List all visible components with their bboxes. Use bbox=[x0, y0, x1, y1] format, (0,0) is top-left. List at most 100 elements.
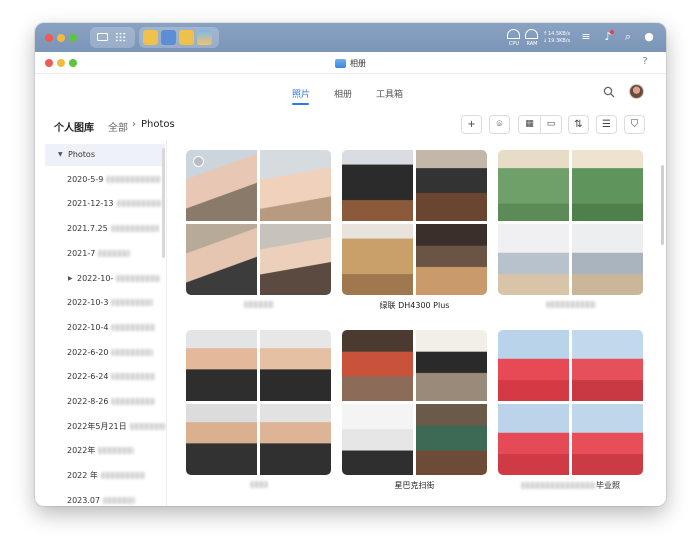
album-photo bbox=[186, 330, 257, 401]
album-photo bbox=[572, 330, 643, 401]
sidebar-item-label: 2022-10-4 bbox=[67, 322, 109, 332]
album-photo bbox=[416, 224, 487, 295]
close-dot[interactable] bbox=[45, 34, 53, 42]
folder-view-button[interactable]: ▭ bbox=[540, 116, 561, 133]
face-scan-button[interactable]: ⌾ bbox=[489, 115, 510, 134]
sidebar-item-folder[interactable]: 2021.7.25 bbox=[45, 218, 165, 240]
album-thumbnail-family[interactable] bbox=[186, 330, 331, 475]
album-photo bbox=[186, 404, 257, 475]
tab-photos[interactable]: 照片 bbox=[292, 87, 310, 100]
sidebar-item-folder[interactable]: 2022年 bbox=[45, 440, 165, 462]
monitor-icon[interactable] bbox=[97, 33, 108, 41]
user-icon[interactable]: ● bbox=[642, 30, 656, 44]
app-title-bar: 相册 ? bbox=[35, 52, 666, 74]
sidebar-item-folder[interactable]: 2021-7 bbox=[45, 243, 165, 265]
breadcrumb-separator: › bbox=[132, 119, 136, 130]
filter-button[interactable]: ⛉ bbox=[624, 115, 645, 134]
search-icon[interactable] bbox=[603, 86, 615, 98]
app-close-dot[interactable] bbox=[45, 59, 53, 67]
nas-window: CPU RAM ↑ 14.5KB/s ↓ 19.3KB/s ≡ ♪ ⌕ ● 相册… bbox=[35, 23, 666, 506]
notification-dot bbox=[610, 30, 614, 34]
minimize-dot[interactable] bbox=[57, 34, 65, 42]
breadcrumb-current: Photos bbox=[141, 119, 175, 130]
sidebar-item-folder[interactable]: 2022-10-3 bbox=[45, 292, 165, 314]
album-photo bbox=[260, 404, 331, 475]
sidebar-item-photos[interactable]: ▼ Photos bbox=[45, 144, 165, 166]
album-thumbnail-baby[interactable] bbox=[186, 150, 331, 295]
expand-triangle-icon[interactable]: ▼ bbox=[58, 144, 63, 166]
sidebar-item-label: 2021-7 bbox=[67, 248, 96, 258]
album-photo bbox=[342, 224, 413, 295]
album-label: 星巴克扫街 bbox=[342, 480, 487, 491]
help-button[interactable]: ? bbox=[638, 55, 652, 69]
tab-toolbox[interactable]: 工具箱 bbox=[376, 87, 403, 100]
folder-sidebar: ▼ Photos 2020-5-9 2021-12-13 2021.7.25 2021-7… bbox=[35, 140, 167, 506]
files-app-icon[interactable] bbox=[179, 30, 194, 45]
blurred-text bbox=[521, 482, 596, 489]
blurred-text bbox=[545, 301, 596, 308]
sort-button[interactable]: ⇅ bbox=[568, 115, 589, 134]
photos-app-icon[interactable] bbox=[197, 30, 212, 45]
avatar[interactable] bbox=[629, 84, 644, 99]
tasks-icon[interactable]: ≡ bbox=[579, 30, 593, 44]
album-photo bbox=[342, 150, 413, 221]
blurred-text bbox=[103, 496, 136, 504]
sidebar-item-label: 2022年 bbox=[67, 446, 96, 456]
search-icon[interactable]: ⌕ bbox=[621, 30, 635, 44]
blurred-text bbox=[110, 225, 159, 233]
sidebar-item-folder[interactable]: 2023.07 bbox=[45, 490, 165, 506]
blurred-text bbox=[100, 472, 145, 480]
folder-icon: ▭ bbox=[546, 119, 556, 129]
blurred-text bbox=[249, 481, 268, 488]
sidebar-item-folder[interactable]: 2022-6-20 bbox=[45, 342, 165, 364]
album-photo bbox=[260, 224, 331, 295]
album-label: 毕业照 bbox=[498, 480, 643, 491]
sidebar-item-label: Photos bbox=[68, 150, 95, 159]
album-thumbnail-graduation[interactable] bbox=[498, 330, 643, 475]
maximize-dot[interactable] bbox=[69, 34, 77, 42]
album-label bbox=[186, 300, 331, 309]
breadcrumb-all[interactable]: 全部 bbox=[108, 119, 128, 134]
app-maximize-dot[interactable] bbox=[69, 59, 77, 67]
album-thumbnail-starbucks[interactable] bbox=[342, 330, 487, 475]
album-thumbnail-coffee[interactable] bbox=[498, 150, 643, 295]
album-photo bbox=[498, 404, 569, 475]
grid-scrollbar[interactable] bbox=[661, 165, 664, 245]
blurred-text bbox=[98, 447, 135, 455]
sidebar-item-label: 2022-6-20 bbox=[67, 347, 109, 357]
list-button[interactable]: ☰ bbox=[596, 115, 617, 134]
sidebar-item-folder[interactable]: 2022-8-26 bbox=[45, 391, 165, 413]
sidebar-item-folder[interactable]: 2022-6-24 bbox=[45, 366, 165, 388]
add-button[interactable]: + bbox=[461, 115, 482, 134]
album-photo bbox=[572, 404, 643, 475]
sidebar-item-folder[interactable]: ▶ 2022-10- bbox=[45, 268, 165, 290]
album-photo bbox=[416, 404, 487, 475]
sidebar-item-folder[interactable]: 2021-12-13 bbox=[45, 193, 165, 215]
grid-view-button[interactable]: ▦ bbox=[519, 116, 540, 133]
album-thumbnail-nas[interactable] bbox=[342, 150, 487, 295]
album-photo bbox=[260, 150, 331, 221]
app-minimize-dot[interactable] bbox=[57, 59, 65, 67]
sidebar-scrollbar[interactable] bbox=[162, 148, 165, 258]
ram-gauge-icon bbox=[525, 29, 538, 39]
album-label bbox=[498, 300, 643, 309]
blurred-text bbox=[116, 200, 162, 208]
blurred-text bbox=[111, 373, 156, 381]
folder-app-icon[interactable] bbox=[143, 30, 158, 45]
blurred-text bbox=[111, 323, 156, 331]
library-title: 个人图库 bbox=[54, 123, 94, 134]
select-checkbox[interactable] bbox=[193, 156, 204, 167]
sidebar-item-label: 2021-12-13 bbox=[67, 199, 114, 209]
tab-albums[interactable]: 相册 bbox=[334, 87, 352, 100]
sidebar-item-folder[interactable]: 2022-10-4 bbox=[45, 317, 165, 339]
apps-grid-icon[interactable] bbox=[115, 32, 126, 42]
bird-app-icon[interactable] bbox=[161, 30, 176, 45]
sidebar-item-label: 2022 年 bbox=[67, 471, 98, 481]
sidebar-item-folder[interactable]: 2022 年 bbox=[45, 465, 165, 487]
collapse-triangle-icon[interactable]: ▶ bbox=[68, 268, 73, 290]
sidebar-item-folder[interactable]: 2020-5-9 bbox=[45, 169, 165, 191]
sidebar-item-folder[interactable]: 2022年5月21日 bbox=[45, 416, 166, 438]
app-title-text: 相册 bbox=[350, 58, 366, 68]
toolbar: 个人图库 全部 › Photos + ⌾ ▦ ▭ ⇅ ☰ ⛉ bbox=[35, 110, 666, 140]
sidebar-item-label: 2022-10-3 bbox=[67, 298, 109, 308]
